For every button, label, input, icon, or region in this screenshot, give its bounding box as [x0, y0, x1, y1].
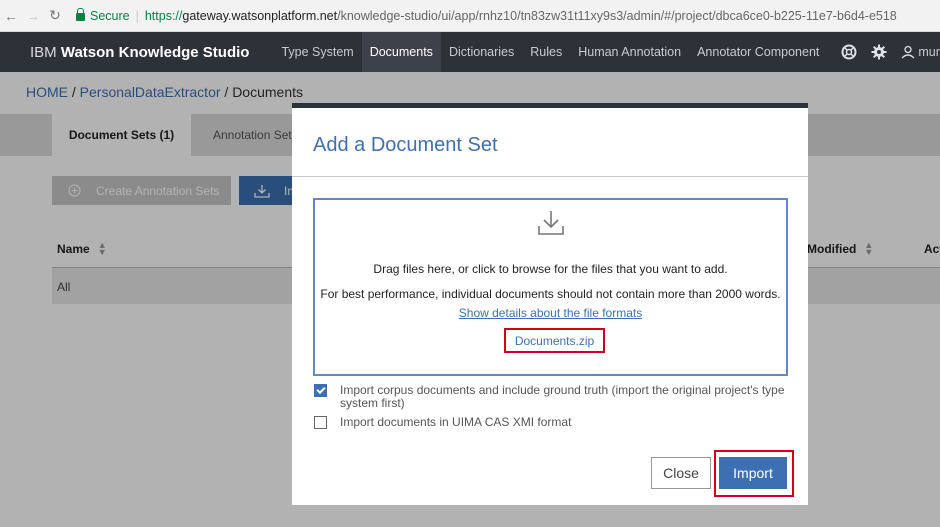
brand-prefix: IBM [30, 43, 57, 61]
help-lifebuoy-icon[interactable] [841, 42, 857, 62]
ground-truth-checkbox[interactable] [314, 384, 327, 397]
performance-note: For best performance, individual documen… [320, 287, 781, 301]
browser-toolbar: ← → ↻ Secure | https:// gateway.watsonpl… [0, 0, 940, 32]
url-path: /knowledge-studio/ui/app/rnhz10/tn83zw31… [337, 8, 897, 23]
nav-documents[interactable]: Documents [361, 32, 441, 72]
user-menu[interactable]: mura [901, 45, 940, 59]
top-nav: Type System Documents Dictionaries Rules… [273, 32, 827, 72]
reload-icon[interactable]: ↻ [44, 7, 66, 24]
lock-icon [76, 8, 85, 21]
user-name: mura [918, 45, 940, 59]
app-header: IBM Watson Knowledge Studio Type System … [0, 32, 940, 72]
file-format-details-link[interactable]: Show details about the file formats [315, 306, 786, 320]
app-brand[interactable]: IBM Watson Knowledge Studio [30, 44, 249, 61]
dialog-divider [292, 176, 808, 177]
nav-type-system[interactable]: Type System [273, 32, 361, 72]
option-import-ground-truth[interactable]: Import corpus documents and include grou… [314, 384, 790, 410]
drop-instructions: Drag files here, or click to browse for … [373, 262, 728, 276]
uima-cas-xmi-checkbox[interactable] [314, 416, 327, 429]
user-icon [901, 45, 915, 59]
file-drop-zone[interactable]: Drag files here, or click to browse for … [313, 198, 788, 376]
upload-icon [537, 210, 565, 241]
nav-dictionaries[interactable]: Dictionaries [441, 32, 522, 72]
ground-truth-label: Import corpus documents and include grou… [340, 383, 785, 410]
nav-rules[interactable]: Rules [522, 32, 570, 72]
address-bar[interactable]: Secure | https:// gateway.watsonplatform… [70, 4, 897, 28]
screen: ← → ↻ Secure | https:// gateway.watsonpl… [0, 0, 940, 527]
url-divider: | [135, 8, 139, 23]
url-host: gateway.watsonplatform.net [182, 8, 338, 23]
forward-arrow-icon[interactable]: → [22, 8, 44, 24]
option-uima-cas-xmi[interactable]: Import documents in UIMA CAS XMI format [314, 416, 790, 429]
nav-human-annotation[interactable]: Human Annotation [570, 32, 689, 72]
add-document-set-dialog: Add a Document Set Drag files here, or c… [292, 103, 808, 505]
brand-name: Watson Knowledge Studio [60, 43, 250, 61]
close-button[interactable]: Close [651, 457, 711, 489]
import-submit-button[interactable]: Import [719, 457, 787, 489]
selected-file-name: Documents.zip [504, 328, 605, 353]
back-arrow-icon[interactable]: ← [0, 8, 22, 24]
nav-annotator-component[interactable]: Annotator Component [689, 32, 827, 72]
dialog-title: Add a Document Set [313, 134, 498, 156]
url-scheme: https:// [144, 8, 183, 23]
secure-label: Secure [90, 8, 130, 23]
gear-icon[interactable] [871, 42, 887, 62]
uima-cas-xmi-label: Import documents in UIMA CAS XMI format [340, 415, 572, 429]
